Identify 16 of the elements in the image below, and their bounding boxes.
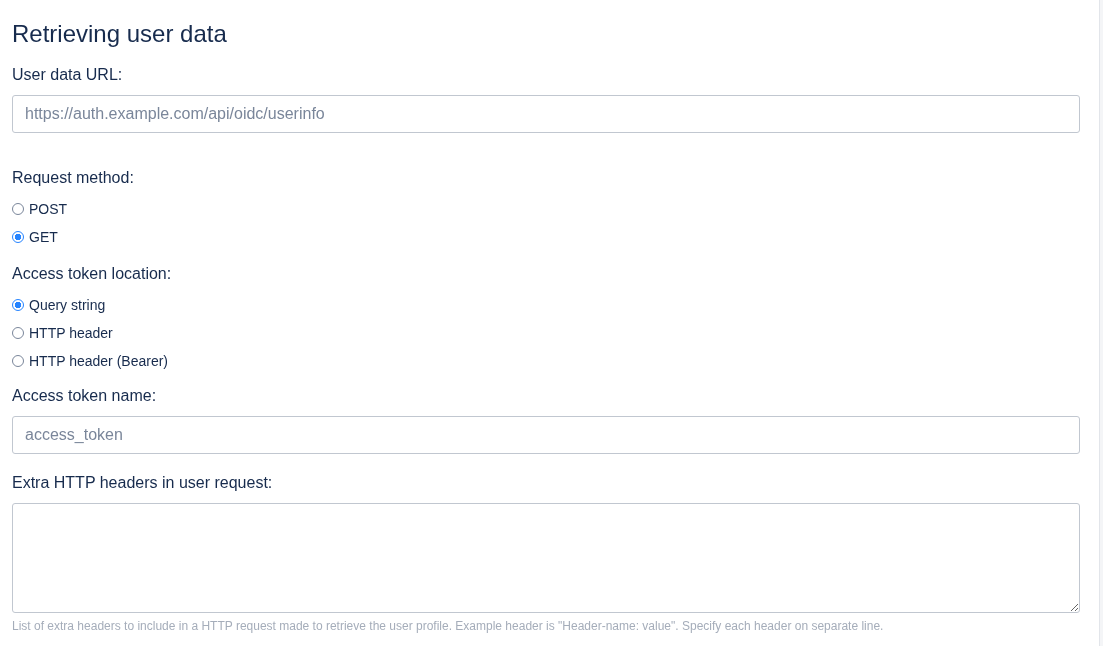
field-label: Access token location: xyxy=(12,264,172,284)
radio-button[interactable] xyxy=(12,231,24,243)
radio-label[interactable]: Query string xyxy=(29,297,106,313)
help-text: List of extra headers to include in a HTTP request made to retrieve the user profile. Example header is "Header-name: value". Specify each header on separate line. xyxy=(12,619,885,633)
url-input-field[interactable]: https://auth.example.com/api/oidc/userinfo xyxy=(12,95,1080,133)
radio-label[interactable]: POST xyxy=(29,201,68,217)
section-title: Retrieving user data xyxy=(12,19,228,49)
radio-button[interactable] xyxy=(12,299,24,311)
radio-label[interactable]: HTTP header (Bearer) xyxy=(29,353,168,369)
field-label: Request method: xyxy=(12,168,134,188)
field-label: Access token name: xyxy=(12,386,157,406)
radio-label[interactable]: HTTP header xyxy=(29,325,113,341)
field-label: Extra HTTP headers in user request: xyxy=(12,473,273,493)
token-name-input-field[interactable]: access_token xyxy=(12,416,1080,454)
field-label: User data URL: xyxy=(12,65,123,85)
radio-label[interactable]: GET xyxy=(29,229,58,245)
